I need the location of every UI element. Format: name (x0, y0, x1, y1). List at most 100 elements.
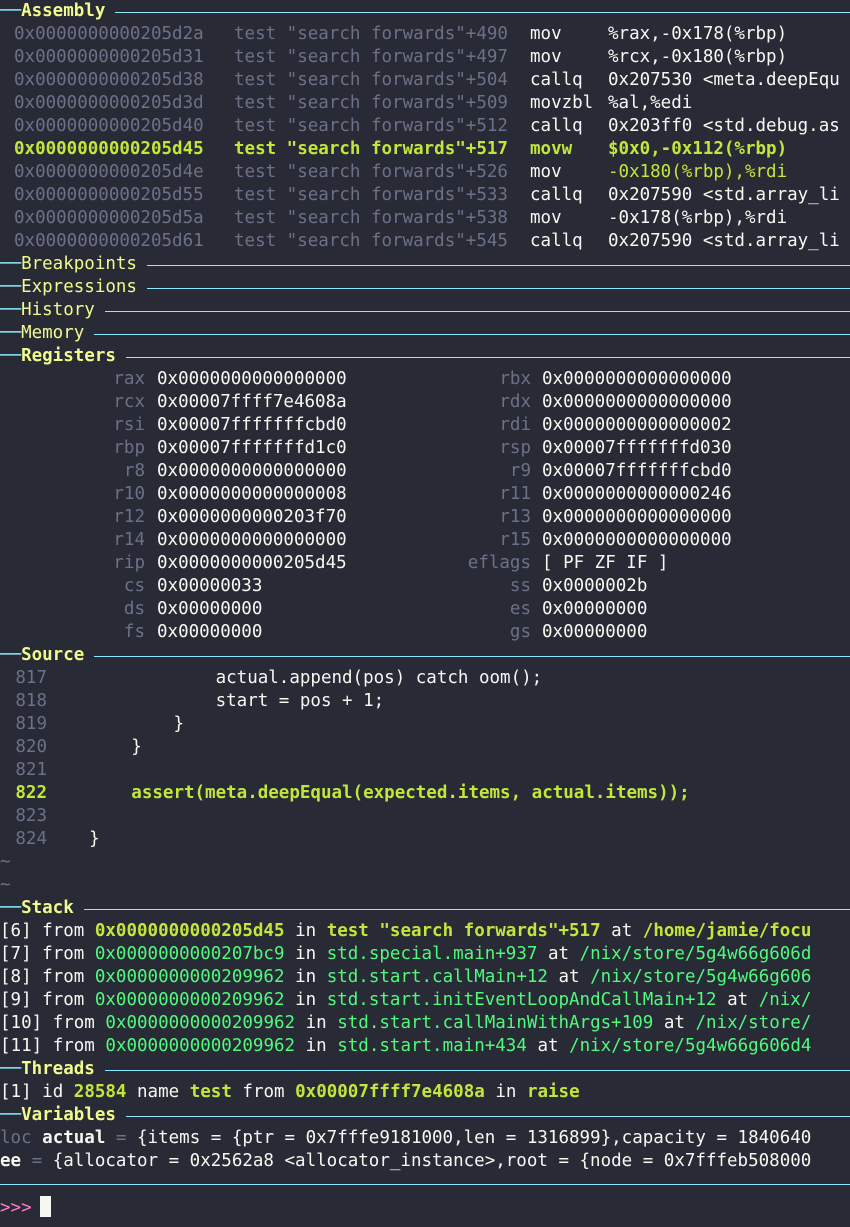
section-header-memory[interactable]: ── Memory (0, 322, 850, 345)
asm-function: test "search forwards"+509 (234, 93, 508, 113)
section-title[interactable]: Memory (21, 322, 84, 345)
assembly-row[interactable]: 0x0000000000205d5a test "search forwards"… (0, 207, 850, 230)
section-rule-line (125, 356, 850, 358)
asm-function: test "search forwards"+497 (234, 47, 508, 67)
section-header-assembly[interactable]: ── Assembly (0, 0, 850, 23)
asm-function: test "search forwards"+517 (234, 139, 508, 159)
gutter (47, 714, 89, 734)
frame-address: 0x0000000000209962 (94, 967, 285, 987)
assembly-row[interactable]: 0x0000000000205d38 test "search forwards"… (0, 69, 850, 92)
gutter (47, 783, 89, 803)
section-header-expressions[interactable]: ── Expressions (0, 276, 850, 299)
register-value: [ PF ZF IF ] (542, 553, 669, 573)
frame-from: from (52, 1036, 95, 1056)
section-rule-line (146, 264, 850, 266)
register-name: eflags (467, 553, 531, 573)
thread-function: raise (526, 1082, 580, 1102)
asm-operands: 0x207590 <std.array_li (608, 231, 840, 251)
variable-row[interactable]: loc actual = {items = {ptr = 0x7fffe9181… (0, 1127, 850, 1150)
source-line: 817 actual.append(pos) catch oom(); (0, 667, 850, 690)
section-title[interactable]: Assembly (21, 0, 105, 23)
section-header-stack[interactable]: ── Stack (0, 897, 850, 920)
asm-opcode: callq (530, 116, 583, 136)
asm-operands: 0x203ff0 <std.debug.as (608, 116, 840, 136)
thread-address: 0x00007ffff7e4608a (295, 1082, 485, 1102)
variable-row[interactable]: ee = {allocator = 0x2562a8 <allocator_in… (0, 1150, 850, 1173)
register-value: 0x00000033 (157, 576, 263, 596)
section-header-registers[interactable]: ── Registers (0, 345, 850, 368)
stack-frame[interactable]: [8] from 0x0000000000209962 in std.start… (0, 966, 850, 989)
source-code: actual.append(pos) catch oom(); (89, 668, 543, 688)
section-header-variables[interactable]: ── Variables (0, 1104, 850, 1127)
variable-value: {allocator = 0x2562a8 <allocator_instanc… (52, 1151, 812, 1171)
register-name: r15 (499, 530, 531, 550)
register-name: r10 (113, 484, 145, 504)
section-title[interactable]: Stack (21, 897, 74, 920)
thread-row[interactable]: [1] id 28584 name test from 0x00007ffff7… (0, 1081, 850, 1104)
assembly-row[interactable]: 0x0000000000205d55 test "search forwards"… (0, 184, 850, 207)
gdb-prompt-line[interactable]: >>> (0, 1196, 850, 1219)
assembly-row[interactable]: 0x0000000000205d2a test "search forwards"… (0, 23, 850, 46)
frame-index: [7] (0, 944, 32, 964)
assembly-row[interactable]: 0x0000000000205d31 test "search forwards"… (0, 46, 850, 69)
register-value: 0x0000000000000000 (542, 530, 732, 550)
stack-frame[interactable]: [9] from 0x0000000000209962 in std.start… (0, 989, 850, 1012)
section-title[interactable]: Source (21, 644, 84, 667)
section-title[interactable]: Registers (21, 345, 116, 368)
variable-equals: = (31, 1151, 43, 1171)
gutter (47, 737, 89, 757)
line-number: 819 (15, 714, 47, 734)
thread-name: test (189, 1082, 232, 1102)
frame-function: std.start.callMainWithArgs+109 (337, 1013, 654, 1033)
frame-index: [6] (0, 921, 32, 941)
frame-from: from (42, 921, 85, 941)
section-title[interactable]: Threads (21, 1058, 95, 1081)
assembly-row[interactable]: 0x0000000000205d45 test "search forwards"… (0, 138, 850, 161)
section-title[interactable]: History (21, 299, 95, 322)
asm-address: 0x0000000000205d2a (14, 24, 204, 44)
section-rule: ── (0, 645, 22, 665)
section-title[interactable]: Variables (21, 1104, 116, 1127)
register-value: 0x0000002b (542, 576, 648, 596)
stack-frame[interactable]: [10] from 0x0000000000209962 in std.star… (0, 1012, 850, 1035)
text-cursor[interactable] (39, 1196, 51, 1217)
assembly-row[interactable]: 0x0000000000205d4e test "search forwards"… (0, 161, 850, 184)
section-title[interactable]: Breakpoints (21, 253, 137, 276)
frame-from: from (42, 990, 85, 1010)
register-value: 0x0000000000000000 (542, 507, 732, 527)
register-row: r10 0x0000000000000008 r11 0x00000000000002… (0, 483, 850, 506)
register-value: 0x00007fffffffcbd0 (157, 415, 347, 435)
thread-id-label: id (42, 1082, 64, 1102)
register-value: 0x0000000000000008 (157, 484, 347, 504)
variable-name: actual (42, 1128, 106, 1148)
asm-function: test "search forwards"+533 (234, 185, 508, 205)
section-rule: ── (0, 1105, 22, 1125)
asm-operands: 0x207530 <meta.deepEqu (608, 70, 840, 90)
section-header-history[interactable]: ── History (0, 299, 850, 322)
section-header-source[interactable]: ── Source (0, 644, 850, 667)
stack-frame[interactable]: [7] from 0x0000000000207bc9 in std.speci… (0, 943, 850, 966)
assembly-row[interactable]: 0x0000000000205d3d test "search forwards"… (0, 92, 850, 115)
line-number: 824 (15, 829, 47, 849)
section-rule-line (83, 908, 850, 910)
frame-at: at (537, 1036, 559, 1056)
section-header-threads[interactable]: ── Threads (0, 1058, 850, 1081)
section-rule: ── (0, 346, 22, 366)
assembly-row[interactable]: 0x0000000000205d40 test "search forwards"… (0, 115, 850, 138)
stack-frame[interactable]: [6] from 0x0000000000205d45 in test "sea… (0, 920, 850, 943)
source-code: } (89, 737, 142, 757)
gutter (47, 668, 89, 688)
section-header-breakpoints[interactable]: ── Breakpoints (0, 253, 850, 276)
frame-path: /nix/ (758, 990, 812, 1010)
asm-opcode: callq (530, 231, 583, 251)
register-name: es (509, 599, 531, 619)
thread-index: [1] (0, 1082, 32, 1102)
stack-frame[interactable]: [11] from 0x0000000000209962 in std.star… (0, 1035, 850, 1058)
asm-function: test "search forwards"+526 (234, 162, 508, 182)
section-title[interactable]: Expressions (21, 276, 137, 299)
frame-from: from (42, 967, 85, 987)
section-rule-line (115, 11, 850, 13)
assembly-row[interactable]: 0x0000000000205d61 test "search forwards"… (0, 230, 850, 253)
asm-opcode: movzbl (530, 93, 594, 113)
line-number: 820 (15, 737, 47, 757)
